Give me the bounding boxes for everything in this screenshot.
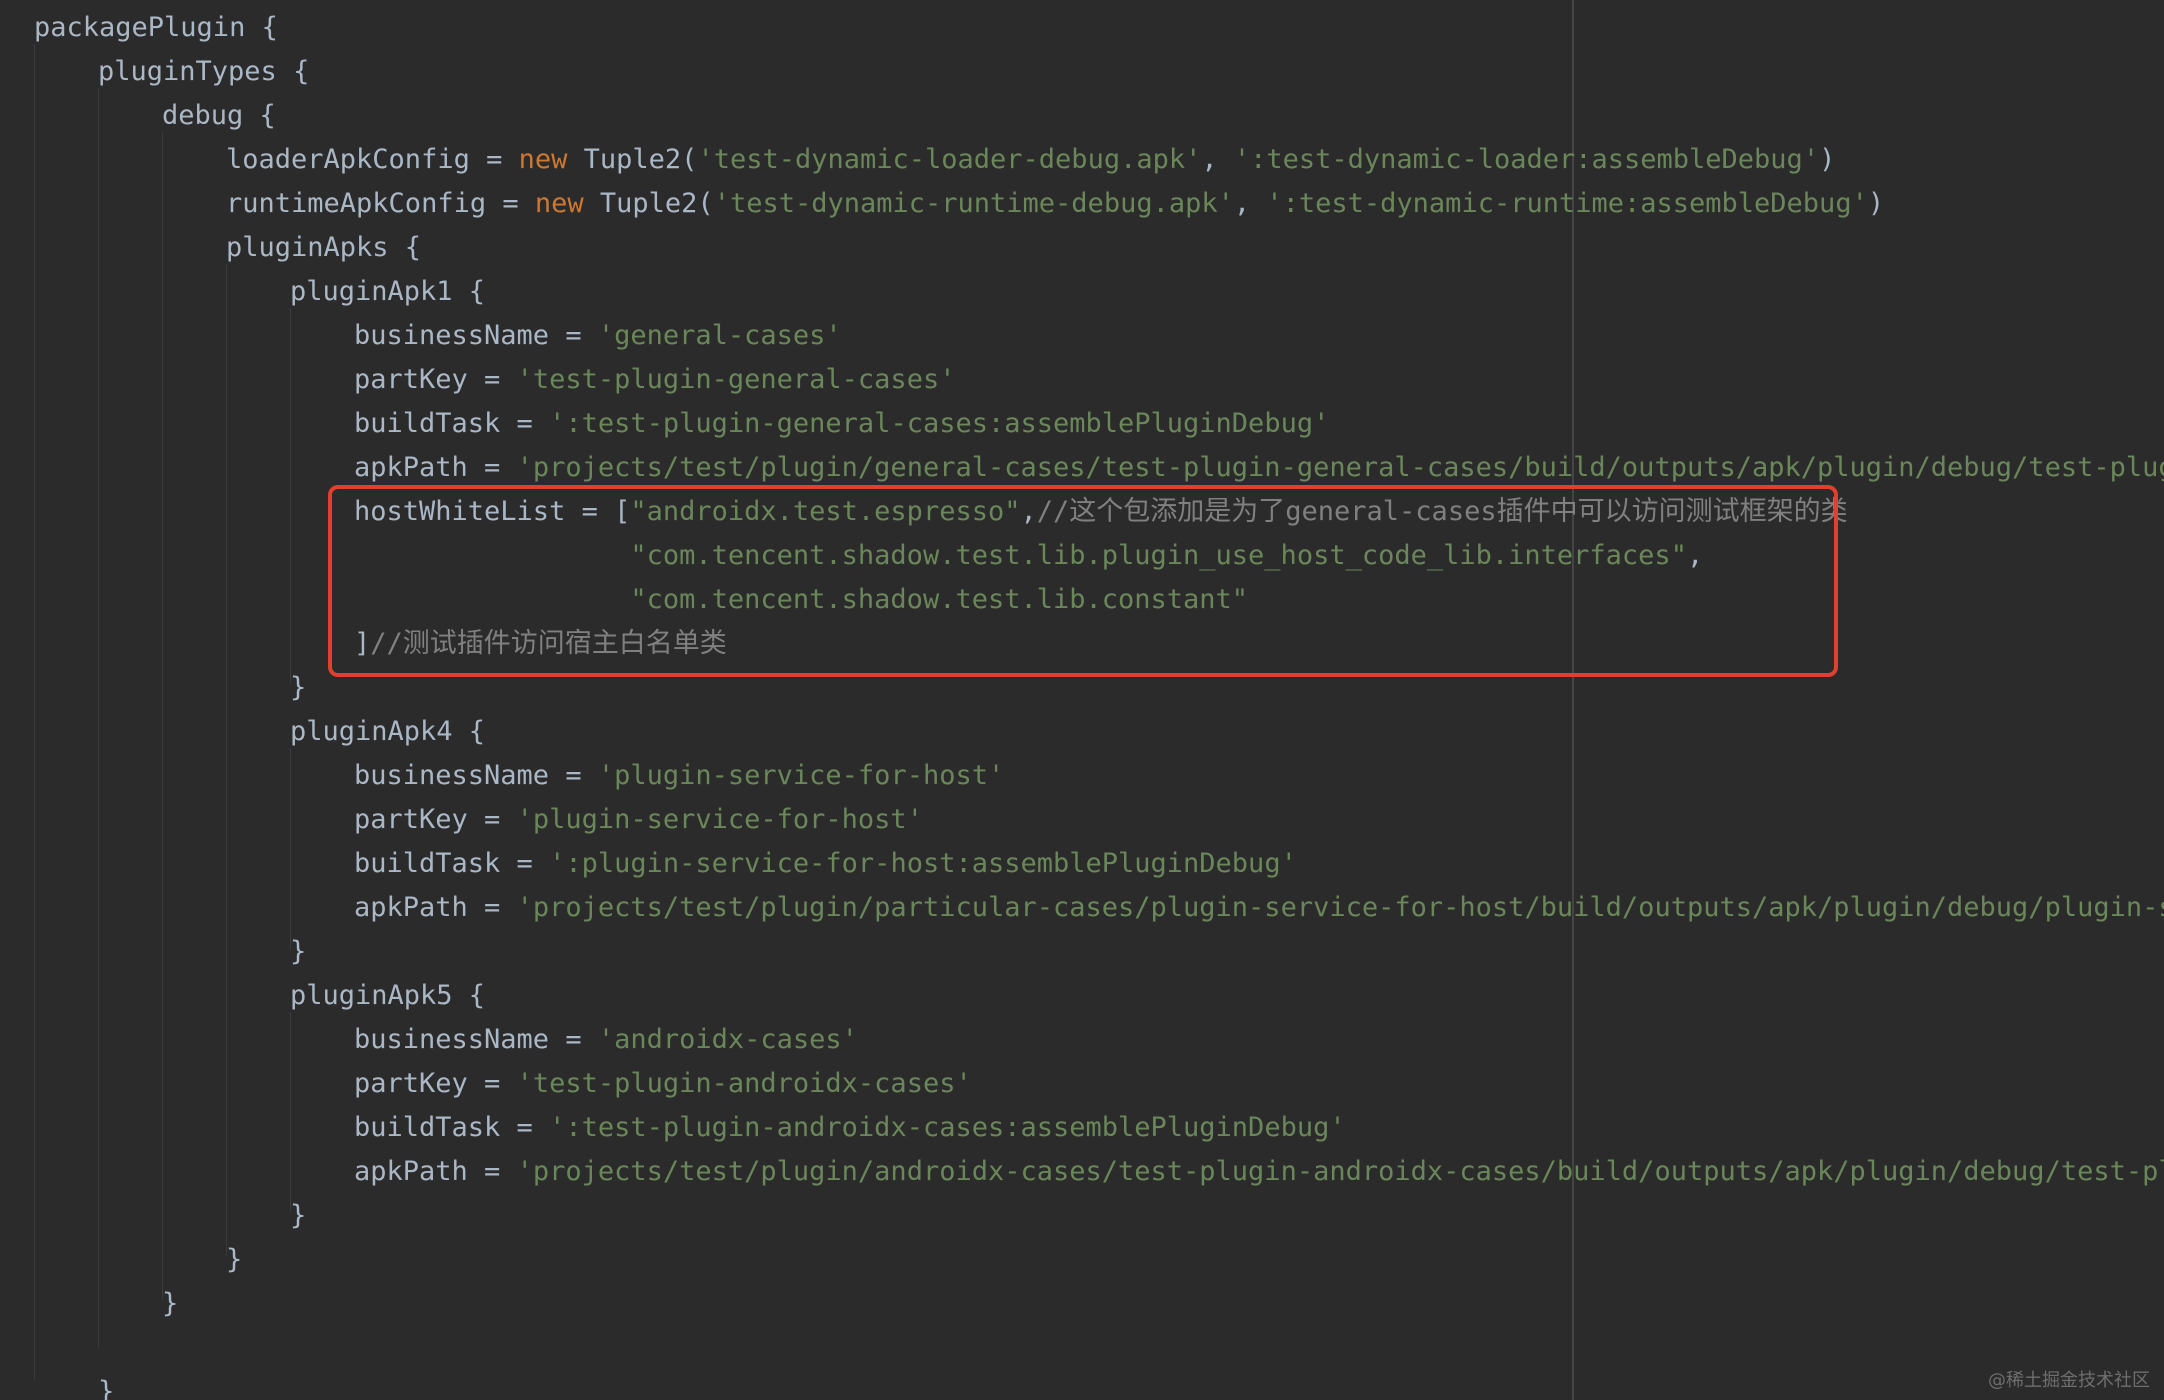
code-token-ident: pluginApks { [226, 232, 422, 263]
code-token-kw: new [518, 144, 584, 175]
code-line[interactable]: packagePlugin { [34, 6, 278, 50]
code-token-str: 'projects/test/plugin/particular-cases/p… [516, 892, 2164, 923]
code-line[interactable]: runtimeApkConfig = new Tuple2('test-dyna… [226, 182, 1884, 226]
code-token-ident: , [1233, 188, 1267, 219]
code-line[interactable]: businessName = 'general-cases' [354, 314, 842, 358]
code-token-ident: } [290, 936, 307, 967]
code-token-ident: apkPath = [354, 452, 517, 483]
code-token-str: 'projects/test/plugin/androidx-cases/tes… [516, 1156, 2164, 1187]
code-token-ident: Tuple2( [599, 188, 714, 219]
indent-guide [34, 44, 35, 1380]
code-token-ident: } [226, 1244, 243, 1275]
code-line[interactable]: } [162, 1282, 178, 1326]
code-token-ident: buildTask = [354, 408, 550, 439]
code-line[interactable]: } [98, 1370, 114, 1400]
code-token-ident: loaderApkConfig = [226, 144, 519, 175]
code-token-str: 'test-dynamic-runtime-debug.apk' [713, 188, 1234, 219]
code-token-ident: } [162, 1288, 179, 1319]
code-line[interactable]: businessName = 'androidx-cases' [354, 1018, 858, 1062]
code-token-ident: businessName = [354, 1024, 598, 1055]
code-token-str: ':test-dynamic-loader:assembleDebug' [1233, 144, 1820, 175]
code-line[interactable]: buildTask = ':plugin-service-for-host:as… [354, 842, 1297, 886]
code-line[interactable]: debug { [162, 94, 276, 138]
code-token-ident: runtimeApkConfig = [226, 188, 535, 219]
code-token-ident: pluginApk4 { [290, 716, 486, 747]
code-token-ident: pluginApk1 { [290, 276, 486, 307]
code-token-kw: new [534, 188, 600, 219]
code-line[interactable]: pluginApk4 { [290, 710, 485, 754]
code-editor[interactable]: packagePlugin { pluginTypes { debug { loade… [0, 0, 2164, 1400]
code-line[interactable]: apkPath = 'projects/test/plugin/androidx… [354, 1150, 2164, 1194]
code-token-ident: Tuple2( [583, 144, 698, 175]
code-token-str: 'plugin-service-for-host' [516, 804, 923, 835]
code-token-ident: partKey = [354, 804, 517, 835]
indent-guide [290, 308, 291, 684]
code-token-ident: } [290, 672, 307, 703]
watermark: @稀土掘金技术社区 [1988, 1370, 2150, 1391]
code-token-str: ':test-plugin-general-cases:assemblePlug… [549, 408, 1330, 439]
code-token-ident: debug { [162, 100, 276, 131]
code-token-str: 'test-plugin-general-cases' [516, 364, 956, 395]
indent-guide [290, 1012, 291, 1212]
code-token-str: 'plugin-service-for-host' [597, 760, 1005, 791]
indent-guide [98, 88, 99, 1348]
code-line[interactable]: } [290, 930, 306, 974]
code-token-ident: buildTask = [354, 1112, 550, 1143]
code-line[interactable]: } [290, 1194, 306, 1238]
code-token-str: ':test-plugin-androidx-cases:assemblePlu… [549, 1112, 1346, 1143]
code-token-ident: packagePlugin { [34, 12, 278, 43]
code-line[interactable]: apkPath = 'projects/test/plugin/general-… [354, 446, 2164, 490]
highlight-box [328, 485, 1838, 677]
code-line[interactable]: partKey = 'test-plugin-androidx-cases' [354, 1062, 972, 1106]
code-token-str: ':test-dynamic-runtime:assembleDebug' [1266, 188, 1868, 219]
code-line[interactable]: partKey = 'test-plugin-general-cases' [354, 358, 955, 402]
code-token-ident: ) [1867, 188, 1885, 219]
code-line[interactable]: pluginApks { [226, 226, 421, 270]
code-line[interactable]: buildTask = ':test-plugin-androidx-cases… [354, 1106, 1346, 1150]
code-line[interactable]: buildTask = ':test-plugin-general-cases:… [354, 402, 1329, 446]
code-line[interactable]: apkPath = 'projects/test/plugin/particul… [354, 886, 2164, 930]
indent-guide [162, 132, 163, 1300]
code-token-ident: pluginTypes { [98, 56, 310, 87]
indent-guide [226, 264, 227, 1256]
code-line[interactable]: } [290, 666, 306, 710]
code-token-str: 'projects/test/plugin/general-cases/test… [516, 452, 2164, 483]
code-line[interactable]: } [226, 1238, 242, 1282]
code-token-ident: } [98, 1376, 115, 1400]
code-line[interactable]: pluginApk5 { [290, 974, 485, 1018]
indent-guide [290, 748, 291, 950]
code-token-ident: partKey = [354, 364, 517, 395]
code-token-str: 'androidx-cases' [597, 1024, 858, 1055]
code-token-str: ':plugin-service-for-host:assemblePlugin… [549, 848, 1297, 879]
code-token-ident: , [1201, 144, 1234, 175]
code-token-ident: } [290, 1200, 307, 1231]
code-line[interactable]: pluginTypes { [98, 50, 309, 94]
code-line[interactable]: partKey = 'plugin-service-for-host' [354, 798, 923, 842]
code-token-str: 'test-plugin-androidx-cases' [516, 1068, 972, 1099]
code-token-str: 'general-cases' [597, 320, 842, 351]
code-token-ident: pluginApk5 { [290, 980, 486, 1011]
code-token-ident: businessName = [354, 760, 598, 791]
code-line[interactable]: pluginApk1 { [290, 270, 485, 314]
code-token-ident: businessName = [354, 320, 598, 351]
code-token-ident: buildTask = [354, 848, 550, 879]
code-token-str: 'test-dynamic-loader-debug.apk' [697, 144, 1202, 175]
code-line[interactable]: loaderApkConfig = new Tuple2('test-dynam… [226, 138, 1835, 182]
code-token-ident: apkPath = [354, 1156, 517, 1187]
code-token-ident: apkPath = [354, 892, 517, 923]
code-token-ident: ) [1819, 144, 1836, 175]
code-line[interactable]: businessName = 'plugin-service-for-host' [354, 754, 1004, 798]
code-token-ident: partKey = [354, 1068, 517, 1099]
